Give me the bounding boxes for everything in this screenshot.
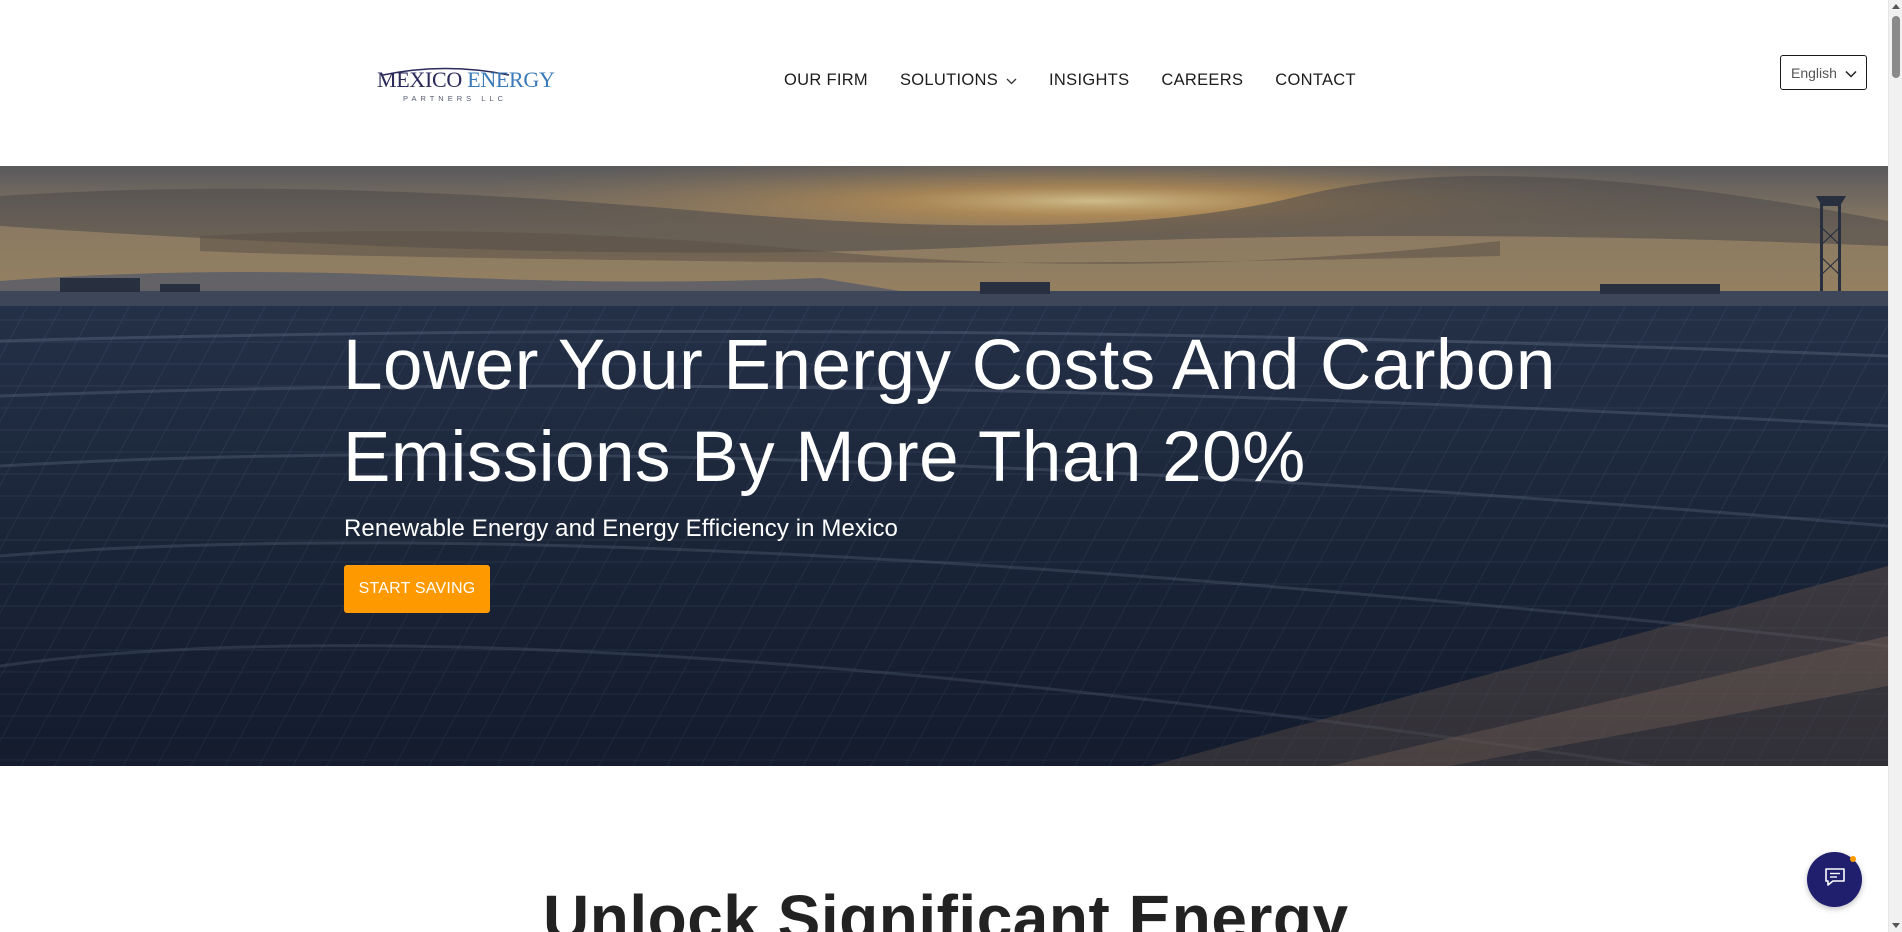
scroll-down-arrow-icon[interactable] (1892, 923, 1900, 928)
logo-word-energy: ENERGY (467, 67, 555, 92)
page-scrollbar[interactable] (1888, 0, 1902, 932)
start-saving-button[interactable]: START SAVING (344, 565, 490, 613)
logo-subtitle: PARTNERS LLC (403, 94, 507, 103)
chat-widget-button[interactable] (1807, 852, 1862, 907)
nav-our-firm[interactable]: OUR FIRM (784, 71, 868, 90)
chevron-down-icon (1006, 71, 1017, 90)
hero-subtitle: Renewable Energy and Energy Efficiency i… (344, 515, 898, 542)
scroll-up-arrow-icon[interactable] (1892, 4, 1900, 9)
section-heading: Unlock Significant Energy (543, 882, 1349, 932)
nav-contact[interactable]: CONTACT (1275, 71, 1356, 90)
site-header: MEXICO ENERGY PARTNERS LLC OUR FIRM SOLU… (0, 0, 1888, 166)
nav-label: CONTACT (1275, 71, 1356, 89)
logo-wordmark: MEXICO ENERGY (377, 69, 555, 91)
nav-insights[interactable]: INSIGHTS (1049, 71, 1129, 90)
logo-word-mexico: MEXICO (377, 67, 462, 92)
nav-label: OUR FIRM (784, 71, 868, 89)
nav-label: SOLUTIONS (899, 71, 999, 89)
company-logo[interactable]: MEXICO ENERGY PARTNERS LLC (375, 66, 555, 106)
nav-label: CAREERS (1161, 71, 1244, 89)
chevron-down-icon (1845, 65, 1857, 81)
language-selected-value: English (1791, 64, 1837, 81)
nav-careers[interactable]: CAREERS (1161, 71, 1243, 90)
hero-banner: Lower Your Energy Costs And Carbon Emiss… (0, 166, 1888, 766)
hero-heading: Lower Your Energy Costs And Carbon Emiss… (343, 320, 1643, 504)
cta-label: START SAVING (358, 580, 476, 597)
scroll-thumb[interactable] (1892, 16, 1900, 78)
nav-label: INSIGHTS (1049, 71, 1130, 89)
chat-icon (1824, 867, 1846, 892)
hero-heading-line-1: Lower Your Energy Costs And Carbon (343, 326, 1556, 405)
nav-solutions[interactable]: SOLUTIONS (900, 71, 1017, 90)
main-nav: OUR FIRM SOLUTIONS INSIGHTS CAREERS CONT… (784, 71, 1356, 90)
notification-dot (1850, 856, 1856, 862)
hero-heading-line-2: Emissions By More Than 20% (343, 418, 1306, 497)
language-select[interactable]: English (1780, 55, 1867, 90)
